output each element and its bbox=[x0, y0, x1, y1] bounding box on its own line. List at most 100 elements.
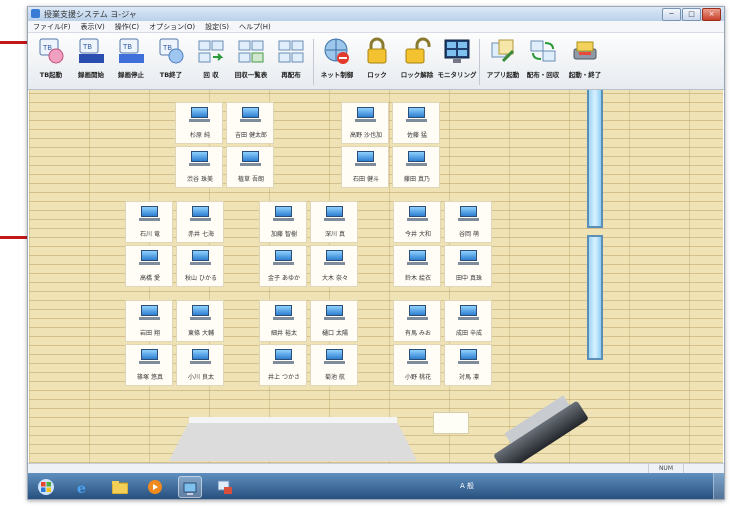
taskbar-ie[interactable]: e bbox=[72, 476, 94, 497]
minimize-button[interactable]: ─ bbox=[662, 8, 681, 21]
student-desk[interactable]: 有馬 みお bbox=[393, 300, 441, 342]
menu-operation[interactable]: 操作(C) bbox=[115, 21, 139, 32]
svg-text:TB: TB bbox=[122, 43, 132, 51]
computer-base bbox=[407, 262, 428, 265]
app-window-icon bbox=[217, 479, 232, 494]
record-stop-icon: TB bbox=[117, 37, 145, 65]
app-launch-button[interactable]: アプリ起動 bbox=[483, 37, 523, 87]
student-desk[interactable]: 今井 大和 bbox=[393, 201, 441, 243]
student-name: 深川 真 bbox=[325, 231, 345, 238]
student-desk[interactable]: 細井 裕太 bbox=[259, 300, 307, 342]
student-desk[interactable]: 樋口 太陽 bbox=[310, 300, 358, 342]
computer-icon bbox=[326, 206, 343, 217]
collect-list-button[interactable]: 回収一覧表 bbox=[231, 37, 271, 87]
student-desk[interactable]: 篠塚 悠真 bbox=[125, 344, 173, 386]
computer-base bbox=[273, 218, 294, 221]
maximize-button[interactable]: □ bbox=[682, 8, 701, 21]
computer-base bbox=[458, 317, 479, 320]
distribute-collect-icon bbox=[529, 37, 557, 65]
student-desk[interactable]: 高橋 愛 bbox=[125, 245, 173, 287]
student-desk[interactable]: 菊池 航 bbox=[310, 344, 358, 386]
computer-base bbox=[139, 361, 160, 364]
computer-base bbox=[139, 218, 160, 221]
student-desk[interactable]: 対馬 凛 bbox=[444, 344, 492, 386]
student-desk[interactable]: 植草 吾朗 bbox=[226, 146, 274, 188]
student-desk[interactable]: 東條 大輔 bbox=[176, 300, 224, 342]
computer-base bbox=[407, 218, 428, 221]
taskbar-class-support[interactable] bbox=[178, 476, 202, 498]
collect-button[interactable]: 回 収 bbox=[191, 37, 231, 87]
student-desk[interactable]: 深川 真 bbox=[310, 201, 358, 243]
student-name: 鈴木 絵衣 bbox=[405, 275, 431, 282]
taskbar-app[interactable] bbox=[214, 476, 236, 496]
menu-options[interactable]: オプション(O) bbox=[149, 21, 195, 32]
student-desk[interactable]: 鈴木 絵衣 bbox=[393, 245, 441, 287]
taskbar-explorer[interactable] bbox=[108, 476, 130, 496]
student-desk[interactable]: 大木 奈々 bbox=[310, 245, 358, 287]
show-desktop-button[interactable] bbox=[713, 473, 724, 499]
computer-icon bbox=[326, 305, 343, 316]
student-name: 樋口 太陽 bbox=[322, 330, 348, 337]
student-desk[interactable]: 高野 沙也加 bbox=[341, 102, 389, 144]
teacher-desk-top bbox=[189, 417, 397, 423]
student-desk[interactable]: 小川 良太 bbox=[176, 344, 224, 386]
student-desk[interactable]: 佐藤 猛 bbox=[392, 102, 440, 144]
student-desk[interactable]: 谷岡 萌 bbox=[444, 201, 492, 243]
unlock-button[interactable]: ロック解除 bbox=[397, 37, 437, 87]
student-desk[interactable]: 石田 健斗 bbox=[341, 146, 389, 188]
computer-base bbox=[406, 119, 427, 122]
computer-icon bbox=[191, 151, 208, 162]
computer-base bbox=[355, 119, 376, 122]
power-button[interactable]: 起動・終了 bbox=[565, 37, 605, 87]
computer-icon bbox=[275, 206, 292, 217]
menu-settings[interactable]: 設定(S) bbox=[205, 21, 229, 32]
student-desk[interactable]: 田中 真珠 bbox=[444, 245, 492, 287]
record-stop-button[interactable]: TB 録画停止 bbox=[111, 37, 151, 87]
student-desk[interactable]: 岩田 翔 bbox=[125, 300, 173, 342]
classroom-window bbox=[587, 235, 603, 360]
student-name: 篠塚 悠真 bbox=[137, 374, 163, 381]
student-name: 藤田 真乃 bbox=[404, 176, 430, 183]
menu-view[interactable]: 表示(V) bbox=[81, 21, 105, 32]
student-desk[interactable]: 小野 桃花 bbox=[393, 344, 441, 386]
computer-icon bbox=[409, 305, 426, 316]
folder-icon bbox=[111, 479, 129, 495]
student-desk[interactable]: 井上 つかさ bbox=[259, 344, 307, 386]
svg-text:TB: TB bbox=[82, 43, 92, 51]
student-desk[interactable]: 秋山 ひかる bbox=[176, 245, 224, 287]
menu-file[interactable]: ファイル(F) bbox=[33, 21, 71, 32]
student-desk[interactable]: 渋谷 珠美 bbox=[175, 146, 223, 188]
collect-list-icon bbox=[237, 37, 265, 65]
window-controls: ─ □ × bbox=[662, 8, 721, 21]
student-desk[interactable]: 金子 あゆか bbox=[259, 245, 307, 287]
student-desk[interactable]: 石川 竜 bbox=[125, 201, 173, 243]
callout-line-middle bbox=[0, 236, 29, 239]
record-start-button[interactable]: TB 録画開始 bbox=[71, 37, 111, 87]
student-name: 金子 あゆか bbox=[268, 275, 300, 282]
lock-button[interactable]: ロック bbox=[357, 37, 397, 87]
student-name: 吉田 健太郎 bbox=[235, 132, 267, 139]
distribute-collect-button[interactable]: 配布・回収 bbox=[523, 37, 563, 87]
student-desk[interactable]: 藤田 真乃 bbox=[392, 146, 440, 188]
student-desk[interactable]: 吉田 健太郎 bbox=[226, 102, 274, 144]
monitoring-button[interactable]: モニタリング bbox=[437, 37, 477, 87]
tb-exit-button[interactable]: TB TB終了 bbox=[151, 37, 191, 87]
tb-start-button[interactable]: TB TB起動 bbox=[31, 37, 71, 87]
computer-base bbox=[324, 317, 345, 320]
redistribute-button[interactable]: 再配布 bbox=[271, 37, 311, 87]
taskbar-media-player[interactable] bbox=[144, 476, 166, 496]
student-name: 田中 真珠 bbox=[456, 275, 482, 282]
system-tray[interactable]: A 般 bbox=[460, 481, 474, 491]
computer-icon bbox=[275, 250, 292, 261]
computer-base bbox=[189, 163, 210, 166]
student-desk[interactable]: 杉原 純 bbox=[175, 102, 223, 144]
start-button[interactable] bbox=[34, 476, 56, 496]
student-desk[interactable]: 成田 辛成 bbox=[444, 300, 492, 342]
student-name: 石川 竜 bbox=[140, 231, 160, 238]
computer-base bbox=[189, 119, 210, 122]
student-desk[interactable]: 加藤 智樹 bbox=[259, 201, 307, 243]
network-control-button[interactable]: ネット制御 bbox=[317, 37, 357, 87]
close-button[interactable]: × bbox=[702, 8, 721, 21]
student-desk[interactable]: 赤井 七海 bbox=[176, 201, 224, 243]
menu-help[interactable]: ヘルプ(H) bbox=[239, 21, 271, 32]
